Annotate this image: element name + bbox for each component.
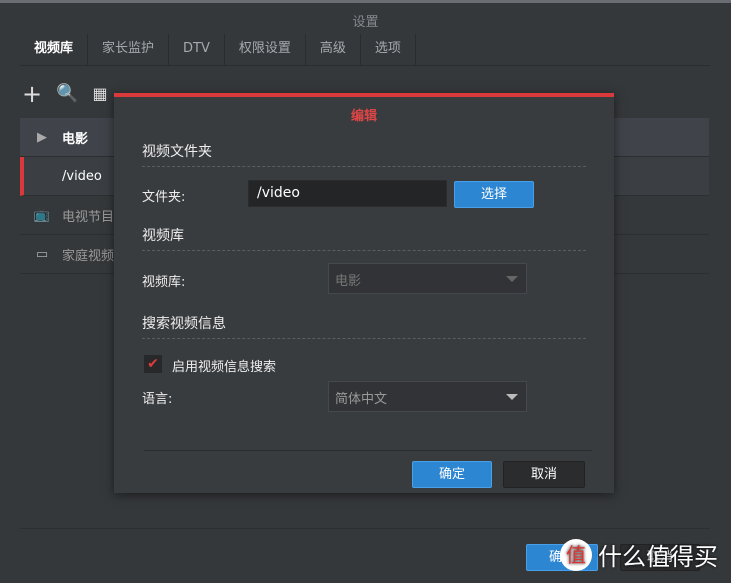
library-select: 电影 [328,263,527,294]
browse-button[interactable]: 选择 [454,181,534,208]
tab-bar: 视频库 家长监护 DTV 权限设置 高级 选项 [20,34,710,66]
section-search: 搜索视频信息 [142,313,586,339]
section-library: 视频库 [142,225,586,251]
watermark-logo: 值 [560,538,592,571]
film-settings-icon[interactable]: ▦ [93,80,108,108]
enable-search-label: 启用视频信息搜索 [172,360,277,375]
language-select[interactable]: 简体中文 [328,381,527,412]
list-item-label: 电视节目 [62,209,115,225]
film-icon: ▶ [37,129,47,145]
list-item-label: /video [62,168,102,184]
chevron-down-icon [506,394,518,400]
toolbar: + 🔍 ▦ [22,80,108,108]
cancel-button[interactable]: 取消 [503,461,585,488]
folder-label: 文件夹: [142,190,186,205]
search-icon[interactable]: 🔍 [56,80,78,108]
tab-options[interactable]: 选项 [361,34,416,65]
library-label: 视频库: [142,275,186,290]
list-item-label: 家庭视频 [62,248,115,264]
tab-permissions[interactable]: 权限设置 [225,34,306,65]
list-item-label: 电影 [62,131,89,147]
language-select-value: 简体中文 [335,392,388,407]
watermark: 值 什么值得买 [560,537,718,572]
add-icon[interactable]: + [22,80,42,108]
folder-input[interactable]: /video [248,180,447,207]
divider [20,528,710,529]
tab-parental-control[interactable]: 家长监护 [88,34,170,65]
language-label: 语言: [142,392,173,407]
window-title: 设置 [352,15,379,30]
watermark-text: 什么值得买 [598,543,718,571]
camera-icon: ▭ [35,246,49,262]
tab-video-library[interactable]: 视频库 [20,34,89,65]
enable-search-checkbox[interactable]: ✔ [144,355,162,373]
section-folder: 视频文件夹 [142,141,586,167]
dialog-title: 编辑 [350,109,377,124]
ok-button[interactable]: 确定 [412,461,492,488]
tab-dtv[interactable]: DTV [169,34,225,65]
tab-advanced[interactable]: 高级 [306,34,361,65]
edit-dialog: 编辑 视频文件夹 文件夹: /video 选择 视频库 视频库: 电影 搜索视频… [114,93,614,493]
tv-icon: 📺 [33,207,51,223]
chevron-down-icon [506,276,518,282]
top-border [0,0,731,3]
dialog-divider [144,450,592,451]
library-select-value: 电影 [335,274,362,289]
